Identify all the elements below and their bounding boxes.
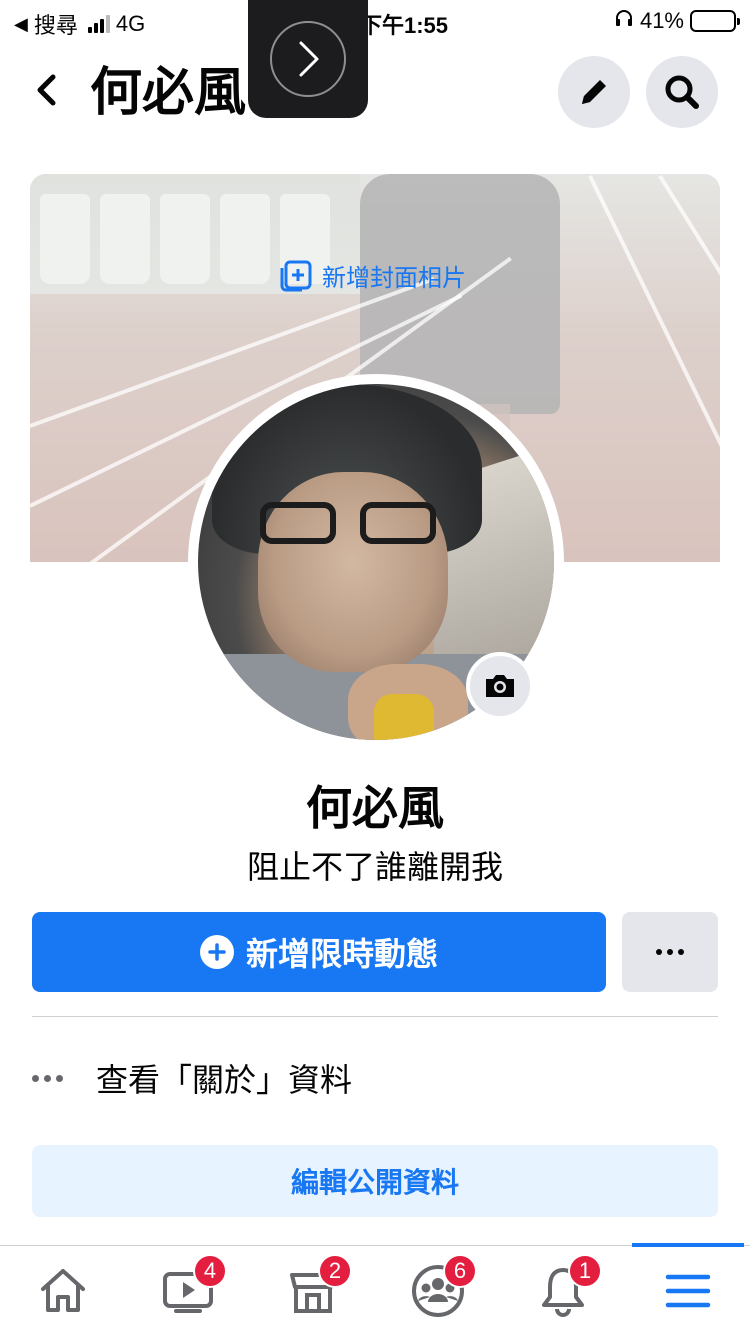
add-cover-photo-button[interactable]: 新增封面相片 [280, 258, 466, 293]
tab-notifications[interactable]: 1 [500, 1246, 625, 1334]
see-about-label: 查看「關於」資料 [96, 1062, 353, 1098]
bottom-tab-bar: 4 2 6 1 [0, 1243, 750, 1334]
back-to-app-icon: ◀ [14, 13, 28, 34]
battery-percent: 41% [639, 8, 684, 33]
tab-groups[interactable]: 6 [375, 1246, 500, 1334]
camera-icon [486, 675, 514, 697]
marketplace-badge: 2 [318, 1254, 352, 1288]
status-bar: ◀ 搜尋 4G 下午1:55 41% [0, 0, 750, 40]
notifications-badge: 1 [568, 1254, 602, 1288]
home-icon [40, 1268, 85, 1312]
back-app-label: 搜尋 [33, 13, 78, 38]
tab-watch[interactable]: 4 [125, 1246, 250, 1334]
back-button[interactable] [26, 70, 66, 110]
search-button[interactable] [646, 56, 718, 128]
status-time: 下午1:55 [360, 13, 449, 38]
tab-home[interactable] [0, 1246, 125, 1334]
divider [32, 1016, 718, 1017]
profile-header: 何必風 [0, 56, 750, 130]
headphones-icon [614, 8, 634, 34]
more-dots-icon [32, 1074, 72, 1082]
chevron-left-icon [37, 74, 56, 106]
profile-name: 何必風 [306, 782, 444, 834]
menu-icon [665, 1274, 710, 1307]
battery-icon [690, 10, 740, 32]
edit-button[interactable] [558, 56, 630, 128]
see-about-info-row[interactable]: 查看「關於」資料 [32, 1054, 352, 1102]
change-profile-picture-button[interactable] [466, 652, 534, 720]
more-options-button[interactable] [622, 912, 718, 992]
status-right: 41% [614, 8, 740, 34]
plus-circle-icon [199, 935, 234, 969]
pencil-icon [582, 80, 606, 104]
page-title: 何必風 [90, 64, 247, 122]
add-cover-label: 新增封面相片 [322, 265, 466, 292]
watch-badge: 4 [193, 1254, 227, 1288]
profile-bio: 阻止不了誰離開我 [246, 849, 503, 885]
add-photo-icon [280, 260, 312, 291]
tab-marketplace[interactable]: 2 [250, 1246, 375, 1334]
status-left[interactable]: ◀ 搜尋 4G [14, 8, 145, 40]
signal-icon [87, 15, 110, 33]
search-icon [665, 75, 699, 109]
groups-badge: 6 [443, 1254, 477, 1288]
tab-menu[interactable] [625, 1246, 750, 1334]
add-story-button[interactable]: 新增限時動態 [32, 912, 606, 992]
edit-public-label: 編輯公開資料 [290, 1167, 459, 1198]
add-story-label: 新增限時動態 [245, 936, 438, 972]
edit-public-details-button[interactable]: 編輯公開資料 [32, 1145, 718, 1217]
network-label: 4G [115, 11, 146, 36]
